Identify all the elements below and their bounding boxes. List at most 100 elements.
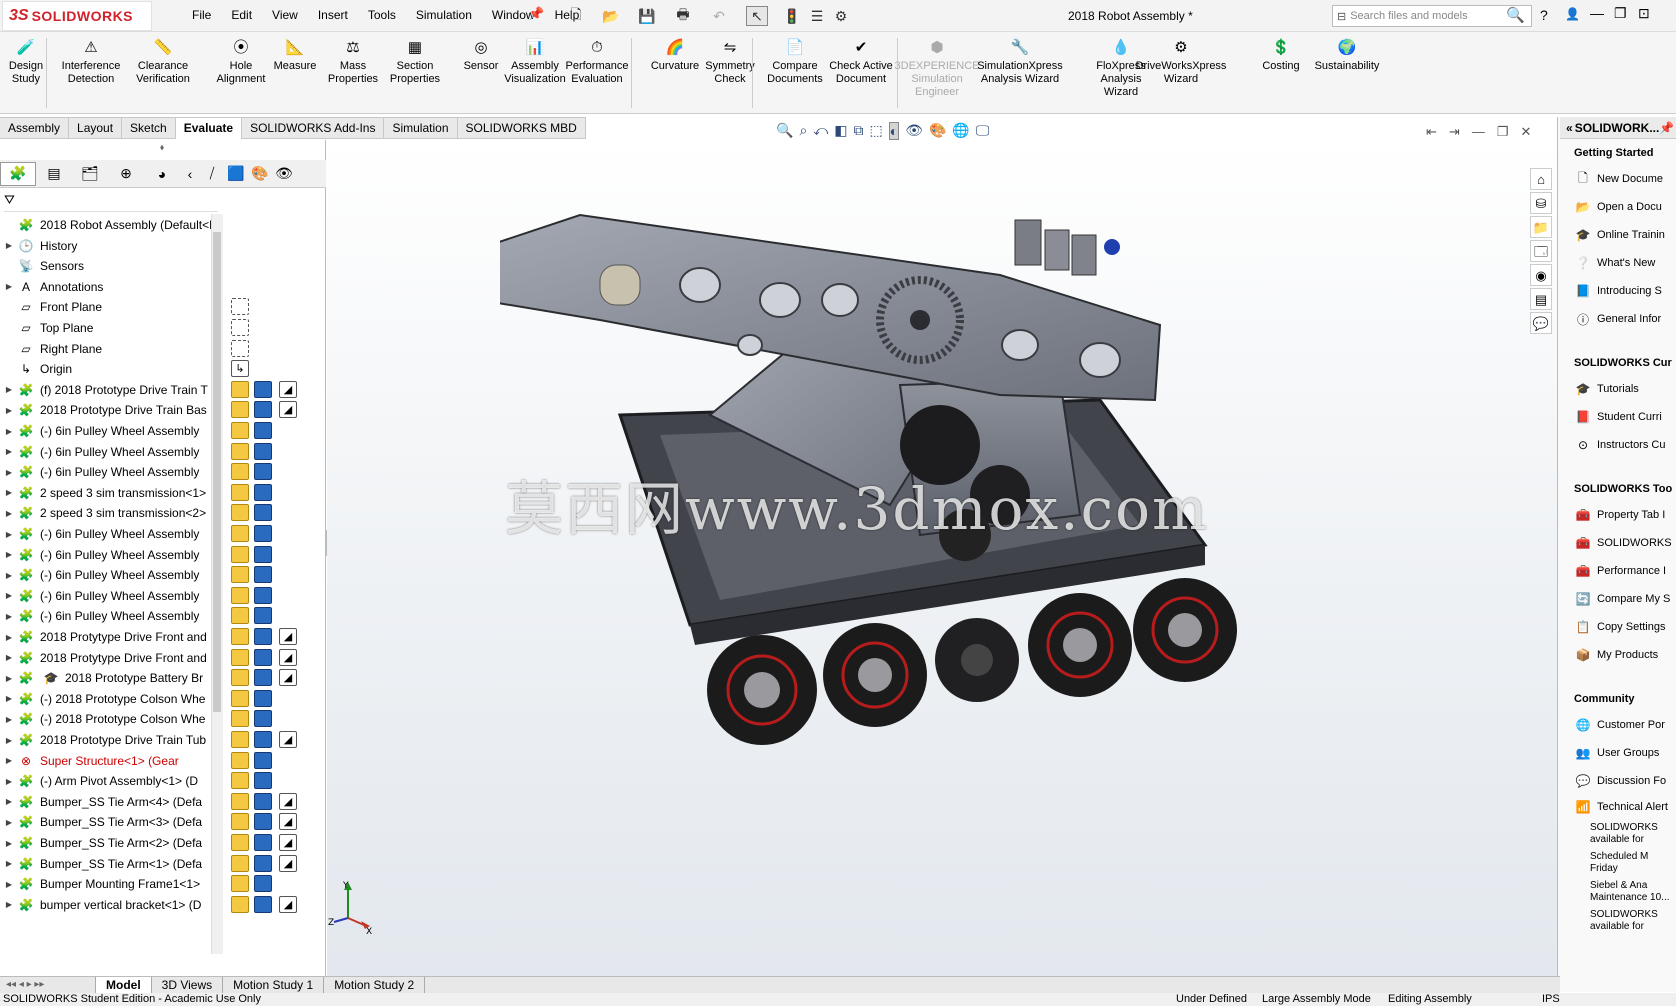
tab-assembly[interactable]: Assembly — [0, 117, 70, 139]
print-icon[interactable]: 🖶 — [672, 6, 694, 26]
expand-arrow-icon[interactable]: ▶ — [3, 859, 15, 868]
tree-item[interactable]: ▶ 🧩 (-) 6in Pulley Wheel Assembly — [0, 605, 222, 627]
options-gear-icon[interactable]: ⚙ — [830, 6, 852, 26]
tab-scroll-arrows-icon[interactable]: ◂◂ ◂ ▸ ▸▸ — [0, 977, 96, 994]
display-state-icon[interactable] — [254, 648, 272, 666]
component-state-icon[interactable] — [231, 422, 249, 439]
zoom-to-fit-icon[interactable]: 🔍 — [776, 122, 793, 140]
bottom-tab-model[interactable]: Model — [96, 977, 152, 994]
tree-item[interactable]: ▶ 🧩 2 speed 3 sim transmission<1> — [0, 482, 222, 504]
tree-item[interactable]: ▶ 🧩 (-) 6in Pulley Wheel Assembly — [0, 420, 222, 442]
tab-solidworks-add-ins[interactable]: SOLIDWORKS Add-Ins — [242, 117, 385, 139]
tree-item[interactable]: 📡 Sensors — [0, 255, 222, 277]
task-pane-link[interactable]: 🧰 Property Tab I — [1574, 507, 1676, 523]
menu-simulation[interactable]: Simulation — [406, 8, 482, 22]
display-state-icon[interactable] — [254, 504, 272, 522]
component-state-icon[interactable] — [231, 710, 249, 728]
news-item[interactable]: Scheduled M Friday — [1590, 851, 1676, 875]
task-pane-link[interactable]: ❔ What's New — [1574, 255, 1676, 271]
tree-filter[interactable]: ⛛ — [4, 192, 218, 212]
tree-item[interactable]: ▶ 🧩 (-) 6in Pulley Wheel Assembly — [0, 461, 222, 483]
task-pane-link[interactable]: 📘 Introducing S — [1574, 283, 1676, 299]
display-state-icon[interactable] — [254, 483, 272, 501]
tab-simulation[interactable]: Simulation — [384, 117, 458, 139]
expand-arrow-icon[interactable]: ▶ — [3, 406, 15, 415]
task-pane-link[interactable]: 🎓 Tutorials — [1574, 381, 1676, 397]
component-state-icon[interactable] — [231, 751, 249, 769]
search-input[interactable]: ⊟ Search files and models 🔍 — [1332, 5, 1532, 27]
news-item[interactable]: Siebel & Ana Maintenance 10... — [1590, 880, 1676, 904]
tree-item[interactable]: ▶ 🕒 History — [0, 235, 222, 257]
expand-arrow-icon[interactable]: ▶ — [3, 282, 15, 291]
feature-manager-tab-icon[interactable]: 🧩 — [0, 161, 36, 186]
expand-arrow-icon[interactable]: ▶ — [3, 488, 15, 497]
tree-item[interactable]: ▶ 🧩 (-) 6in Pulley Wheel Assembly — [0, 564, 222, 586]
tree-item[interactable]: ▶ 🧩 2018 Prototype Drive Train Tub — [0, 729, 222, 751]
user-icon[interactable]: 👤 — [1565, 7, 1580, 21]
expand-arrow-icon[interactable]: ▶ — [3, 839, 15, 848]
expand-arrow-icon[interactable]: ▶ — [3, 550, 15, 559]
pin-icon[interactable]: 📌 — [528, 6, 544, 22]
bottom-tab-motion-study-2[interactable]: Motion Study 2 — [324, 977, 426, 994]
expand-arrow-icon[interactable]: ▶ — [3, 880, 15, 889]
ribbon-3dx-button[interactable]: ⬢ 3DEXPERIENCE Simulation Engineer — [895, 36, 980, 99]
component-state-icon[interactable] — [231, 854, 249, 872]
tile-right-icon[interactable]: ⇥ — [1449, 124, 1460, 140]
display-state-icon[interactable] — [254, 607, 272, 625]
expand-arrow-icon[interactable]: ▶ — [3, 736, 15, 745]
task-pane-link[interactable]: 📋 Copy Settings — [1574, 619, 1676, 635]
expand-arrow-icon[interactable]: ▶ — [3, 756, 15, 765]
transparency-state-icon[interactable]: ◢ — [279, 669, 297, 687]
display-state-icon[interactable] — [254, 751, 272, 769]
expand-arrow-icon[interactable]: ▶ — [3, 571, 15, 580]
expand-arrow-icon[interactable]: ▶ — [3, 612, 15, 621]
property-manager-tab-icon[interactable]: ▤ — [36, 162, 72, 186]
display-state-icon[interactable] — [254, 401, 272, 419]
home-icon[interactable]: ⌂ — [1530, 168, 1552, 190]
ribbon-driveworks-button[interactable]: ⚙ DriveWorksXpress Wizard — [1136, 36, 1227, 86]
section-view-icon[interactable]: ◧ — [834, 122, 847, 140]
task-pane-link[interactable]: 📦 My Products — [1574, 647, 1676, 663]
view-palette-icon[interactable]: 🗔 — [1530, 240, 1552, 262]
tree-item[interactable]: 🧩 2018 Robot Assembly (Default<Di — [0, 214, 222, 236]
view-orientation-icon[interactable]: ⬚ — [869, 122, 882, 140]
dynamic-annotation-icon[interactable]: ⧉ — [853, 122, 863, 140]
ribbon-clearance-button[interactable]: 📏 Clearance Verification — [126, 36, 200, 86]
tree-item[interactable]: ▶ 🧩 2 speed 3 sim transmission<2> — [0, 502, 222, 524]
save-icon[interactable]: 💾 — [636, 6, 658, 26]
expand-arrow-icon[interactable]: ▶ — [3, 694, 15, 703]
expand-arrow-icon[interactable]: ▶ — [3, 633, 15, 642]
configuration-manager-tab-icon[interactable]: 🗂 — [72, 162, 108, 186]
component-state-icon[interactable] — [231, 895, 249, 913]
component-state-icon[interactable] — [231, 628, 249, 645]
task-pane-link[interactable]: ⓘ General Infor — [1574, 311, 1676, 327]
component-state-icon[interactable] — [231, 504, 249, 522]
collapse-pane-icon[interactable]: « — [1566, 121, 1573, 135]
view-settings-icon[interactable]: 🖵 — [976, 122, 990, 140]
menu-edit[interactable]: Edit — [221, 8, 262, 22]
panel-grip-icon[interactable]: ⬧ — [160, 142, 164, 153]
expand-arrow-icon[interactable]: ▶ — [3, 674, 15, 683]
display-state-icon[interactable] — [254, 689, 272, 707]
tree-item[interactable]: ▱ Front Plane — [0, 296, 222, 318]
component-state-icon[interactable] — [231, 607, 249, 625]
tree-item[interactable]: ▶ 🧩 Bumper_SS Tie Arm<1> (Defa — [0, 853, 222, 875]
rebuild-icon[interactable]: 🚦 — [781, 6, 803, 26]
solidworks-logo[interactable]: 3S SOLIDWORKS — [2, 1, 152, 31]
minimize-window-icon[interactable]: — — [1590, 5, 1604, 21]
open-icon[interactable]: 📂 — [600, 6, 622, 26]
transparency-state-icon[interactable]: ◢ — [279, 628, 297, 645]
maximize-window-icon[interactable]: ❐ — [1614, 5, 1627, 22]
display-mode-icon[interactable]: 🟦 — [224, 162, 248, 186]
expand-arrow-icon[interactable]: ▶ — [3, 797, 15, 806]
component-state-icon[interactable] — [231, 792, 249, 810]
ribbon-section-button[interactable]: ▦ Section Properties — [378, 36, 452, 86]
component-state-icon[interactable] — [231, 813, 249, 831]
task-pane-link[interactable]: 📂 Open a Docu — [1574, 199, 1676, 215]
display-state-icon[interactable] — [254, 586, 272, 604]
display-state-icon[interactable] — [254, 875, 272, 893]
close-doc-icon[interactable]: ✕ — [1520, 124, 1531, 140]
expand-arrow-icon[interactable]: ▶ — [3, 715, 15, 724]
component-state-icon[interactable] — [231, 731, 249, 748]
search-icon[interactable]: 🔍 — [1506, 6, 1525, 24]
